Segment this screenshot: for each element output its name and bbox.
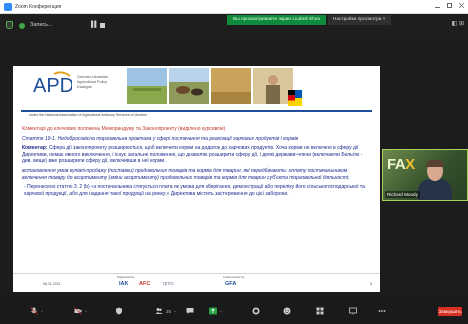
speaker-logo: FAX — [387, 156, 415, 173]
close-button[interactable] — [459, 3, 464, 8]
view-options-button[interactable]: Настройки просмотра ˅ — [327, 15, 391, 25]
stop-recording-icon[interactable] — [100, 23, 105, 28]
viewing-screen-label: Вы просматриваете экран Liudmil Shva — [227, 15, 326, 25]
reactions-icon — [283, 307, 291, 315]
afc-logo: AFC — [139, 281, 151, 287]
window-controls — [435, 3, 464, 8]
speaker-name: Richard Moody — [385, 191, 420, 198]
minimize-button[interactable] — [435, 7, 440, 8]
speaker-body — [418, 179, 452, 200]
chat-button[interactable] — [186, 305, 194, 317]
qmo-logo: qmo — [163, 281, 174, 287]
apd-logo-subtitle: German-Ukrainian Agricultural Policy Dia… — [77, 75, 109, 89]
zoom-logo-icon — [4, 2, 12, 11]
view-layout-button[interactable]: ◧ ⊞ — [452, 20, 464, 27]
security-shield-icon[interactable] — [6, 21, 13, 29]
comment-label: Коментар: — [22, 145, 48, 152]
chevron-up-icon[interactable]: ^ — [174, 309, 176, 314]
participants-icon — [155, 308, 163, 314]
whiteboard-icon — [349, 307, 357, 315]
whiteboard-button[interactable] — [349, 305, 357, 317]
slide-header: APD German-Ukrainian Agricultural Policy… — [13, 66, 380, 117]
participants-button[interactable]: 25 ^ — [155, 305, 176, 317]
paragraph-conditions: встановлення умов купівлі-продажу (поста… — [22, 167, 350, 181]
slide-footer: 08.11.2021 Supported by Implemented by I… — [13, 273, 380, 292]
speaker-hair — [426, 160, 444, 167]
video-button[interactable]: ^ — [74, 305, 87, 317]
more-button[interactable] — [378, 305, 386, 317]
header-divider — [21, 110, 372, 112]
security-button[interactable] — [115, 305, 123, 317]
microphone-icon — [30, 307, 38, 315]
chevron-up-icon[interactable]: ^ — [85, 309, 87, 314]
photo-field — [127, 68, 167, 104]
window-title: Zoom Конференция — [15, 3, 62, 10]
comment-paragraph: Коментар: Сфера дії законопроекту розшир… — [22, 145, 372, 165]
slide-heading: Коментарі до ключових положень Меморанду… — [22, 126, 226, 132]
reactions-button[interactable] — [283, 305, 291, 317]
screen-share-banner: Вы просматриваете экран Liudmil Shva Нас… — [227, 15, 391, 25]
footer-date: 08.11.2021 — [43, 282, 61, 286]
share-screen-icon — [209, 307, 217, 315]
apd-logo-text: APD — [33, 75, 72, 97]
germany-ukraine-flag-icon — [288, 90, 302, 106]
meeting-toolbar: ^ ^ 25 ^ ^ Завершить — [0, 298, 468, 324]
footer-implemented-by: Implemented by — [223, 275, 245, 279]
under-association-line: under the National Association of Agricu… — [29, 113, 148, 117]
gfa-logo: GFA — [225, 281, 237, 287]
shared-slide: APD German-Ukrainian Agricultural Policy… — [13, 66, 380, 292]
record-button[interactable] — [252, 305, 260, 317]
photo-farmer — [253, 68, 293, 104]
chevron-up-icon[interactable]: ^ — [41, 309, 43, 314]
recording-label: Запись... — [30, 22, 53, 28]
end-meeting-button[interactable]: Завершить — [438, 307, 462, 316]
photo-cattle — [169, 68, 209, 104]
photo-grain — [211, 68, 251, 104]
zoom-window: Zoom Конференция Запись... ▌▌ ◧ ⊞ Вы про… — [0, 0, 468, 324]
security-icon — [116, 307, 122, 315]
speaker-video-tile[interactable]: FAX Richard Moody — [382, 149, 468, 201]
speaker-logo-x: X — [405, 156, 415, 173]
video-icon — [74, 307, 82, 315]
mute-button[interactable]: ^ — [30, 305, 43, 317]
iak-logo: IAK — [119, 281, 129, 287]
article-title: Стаття 19-1. Недобросовісна торговельна … — [22, 135, 299, 142]
apps-icon — [316, 307, 324, 315]
apps-button[interactable] — [316, 305, 324, 317]
slide-page-number: 5 — [370, 282, 372, 286]
speaker-logo-fa: FA — [387, 156, 406, 173]
maximize-button[interactable] — [447, 3, 452, 8]
chat-icon — [186, 308, 194, 314]
record-icon — [252, 307, 260, 315]
apd-logo: APD — [33, 71, 72, 97]
comment-text: Сфера дії законопроекту розширюється, що… — [22, 145, 363, 165]
chevron-up-icon[interactable]: ^ — [220, 309, 222, 314]
share-screen-button[interactable]: ^ — [209, 305, 222, 317]
pause-recording-icon[interactable]: ▌▌ — [91, 22, 98, 28]
slide-body: Коментарі до ключових положень Меморанду… — [22, 126, 372, 200]
paragraph-article-3: - Перенесено статтю 3. 2 (b) «з постачал… — [24, 184, 365, 197]
recording-indicator-icon — [19, 23, 25, 29]
title-bar: Zoom Конференция — [0, 0, 468, 14]
header-photos — [127, 68, 293, 104]
more-icon — [378, 310, 386, 312]
participants-count: 25 — [166, 308, 172, 314]
footer-supported-by: Supported by — [117, 275, 135, 279]
